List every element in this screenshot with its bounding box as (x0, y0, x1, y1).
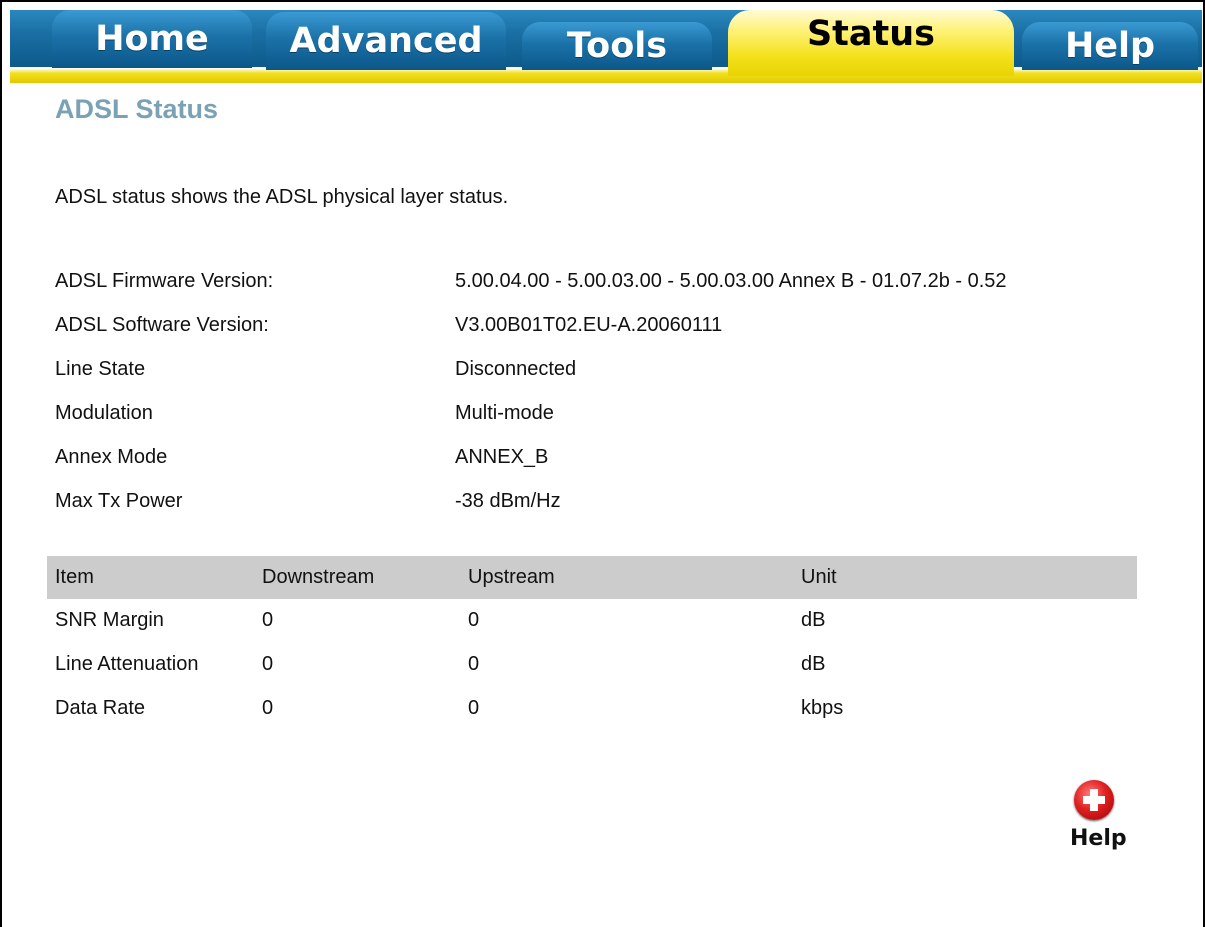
tab-help[interactable]: Help (1022, 22, 1198, 70)
cell-upstream: 0 (468, 609, 480, 631)
info-label: Line State (55, 358, 146, 380)
column-header-unit: Unit (801, 566, 837, 588)
info-row-firmware-version: ADSL Firmware Version: 5.00.04.00 - 5.00… (55, 262, 1155, 306)
info-row-annex-mode: Annex Mode ANNEX_B (55, 438, 1155, 482)
info-label: Max Tx Power (55, 490, 183, 512)
tab-home[interactable]: Home (52, 10, 252, 68)
tab-status[interactable]: Status (728, 10, 1014, 76)
tab-tools[interactable]: Tools (522, 22, 712, 70)
cell-unit: dB (801, 653, 826, 675)
cell-item: SNR Margin (55, 609, 164, 631)
page-description: ADSL status shows the ADSL physical laye… (55, 186, 509, 208)
stats-table: Item Downstream Upstream Unit SNR Margin… (47, 556, 1137, 731)
tab-bar: Home Advanced Tools Status Help (10, 10, 1202, 83)
column-header-item: Item (55, 566, 94, 588)
info-value: 5.00.04.00 - 5.00.03.00 - 5.00.03.00 Ann… (455, 270, 1007, 292)
cell-unit: kbps (801, 697, 844, 719)
info-value: Disconnected (455, 358, 577, 380)
info-row-modulation: Modulation Multi-mode (55, 394, 1155, 438)
help-button[interactable]: Help (1070, 780, 1134, 856)
info-label: ADSL Software Version: (55, 314, 269, 336)
info-row-software-version: ADSL Software Version: V3.00B01T02.EU-A.… (55, 306, 1155, 350)
info-value: ANNEX_B (455, 446, 549, 468)
tab-tools-label: Tools (566, 26, 668, 66)
cell-downstream: 0 (262, 609, 274, 631)
tab-advanced[interactable]: Advanced (266, 12, 506, 70)
cell-downstream: 0 (262, 697, 274, 719)
table-row: Data Rate 0 0 kbps (47, 687, 1137, 731)
cell-downstream: 0 (262, 653, 274, 675)
table-row: SNR Margin 0 0 dB (47, 599, 1137, 643)
column-header-downstream: Downstream (262, 566, 375, 588)
cell-upstream: 0 (468, 697, 480, 719)
page-title: ADSL Status (55, 94, 219, 124)
column-header-upstream: Upstream (468, 566, 555, 588)
info-value: Multi-mode (455, 402, 554, 424)
info-row-line-state: Line State Disconnected (55, 350, 1155, 394)
info-row-max-tx-power: Max Tx Power -38 dBm/Hz (55, 482, 1155, 526)
adsl-info-list: ADSL Firmware Version: 5.00.04.00 - 5.00… (55, 262, 1155, 526)
table-row: Line Attenuation 0 0 dB (47, 643, 1137, 687)
info-label: Modulation (55, 402, 153, 424)
info-label: Annex Mode (55, 446, 168, 468)
tab-help-label: Help (1064, 26, 1156, 66)
plus-circle-icon (1074, 780, 1114, 820)
info-value: -38 dBm/Hz (455, 490, 561, 512)
cell-unit: dB (801, 609, 826, 631)
info-value: V3.00B01T02.EU-A.20060111 (455, 314, 723, 336)
tab-advanced-label: Advanced (289, 21, 483, 61)
tab-status-label: Status (806, 14, 936, 54)
cell-item: Line Attenuation (55, 653, 199, 675)
cell-item: Data Rate (55, 697, 146, 719)
help-button-label: Help (1070, 826, 1127, 851)
stats-table-header: Item Downstream Upstream Unit (47, 556, 1137, 599)
page-frame: Home Advanced Tools Status Help ADSL Sta… (0, 0, 1205, 927)
tab-home-label: Home (95, 19, 209, 59)
cell-upstream: 0 (468, 653, 480, 675)
info-label: ADSL Firmware Version: (55, 270, 274, 292)
